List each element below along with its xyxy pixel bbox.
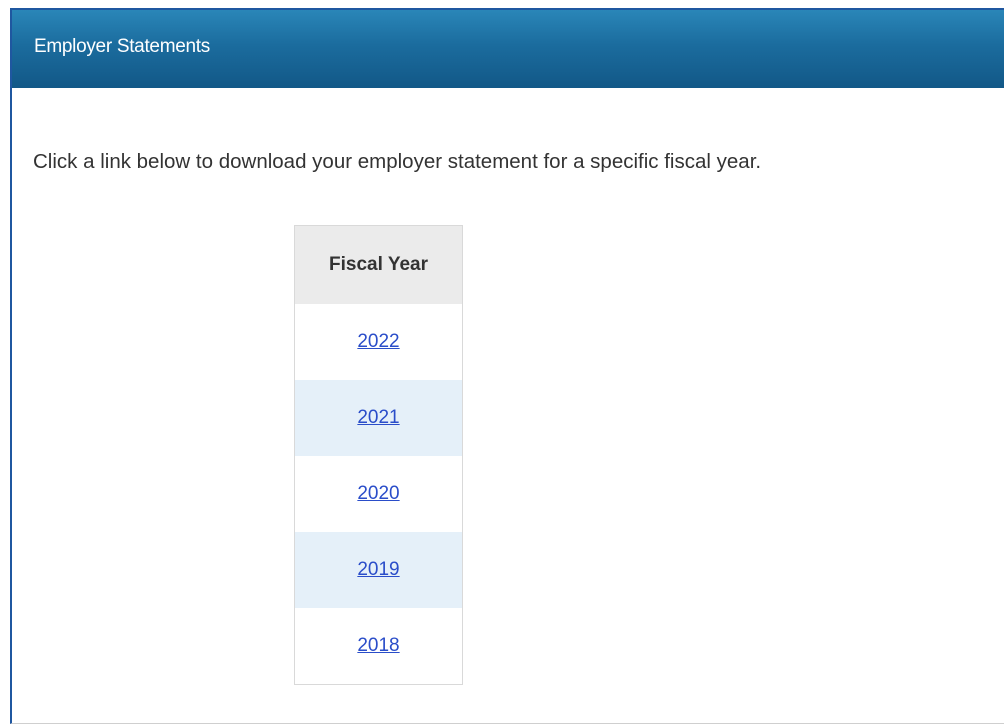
year-link-2018[interactable]: 2018 (357, 635, 399, 656)
panel-header: Employer Statements (12, 10, 1004, 88)
table-row: 2020 (295, 456, 463, 532)
table-cell: 2021 (294, 380, 463, 456)
table-cell: 2020 (295, 456, 463, 532)
panel-title: Employer Statements (34, 36, 210, 57)
fiscal-year-header: Fiscal Year (294, 225, 463, 304)
year-link-2022[interactable]: 2022 (357, 331, 399, 352)
instructions-text: Click a link below to download your empl… (33, 150, 762, 173)
table-row: 2019 (294, 532, 463, 608)
table-row: 2018 (295, 608, 463, 685)
table-row: 2022 (295, 304, 463, 380)
table-cell: 2018 (295, 608, 463, 685)
year-link-2021[interactable]: 2021 (357, 407, 399, 428)
year-link-2020[interactable]: 2020 (357, 483, 399, 504)
fiscal-year-table: Fiscal Year 2022 2021 2020 2019 2018 (294, 225, 463, 685)
year-link-2019[interactable]: 2019 (357, 559, 399, 580)
table-cell: 2022 (295, 304, 463, 380)
employer-statements-panel: Employer Statements Click a link below t… (10, 8, 1004, 724)
table-header-row: Fiscal Year (294, 225, 463, 304)
table-row: 2021 (294, 380, 463, 456)
table-cell: 2019 (294, 532, 463, 608)
